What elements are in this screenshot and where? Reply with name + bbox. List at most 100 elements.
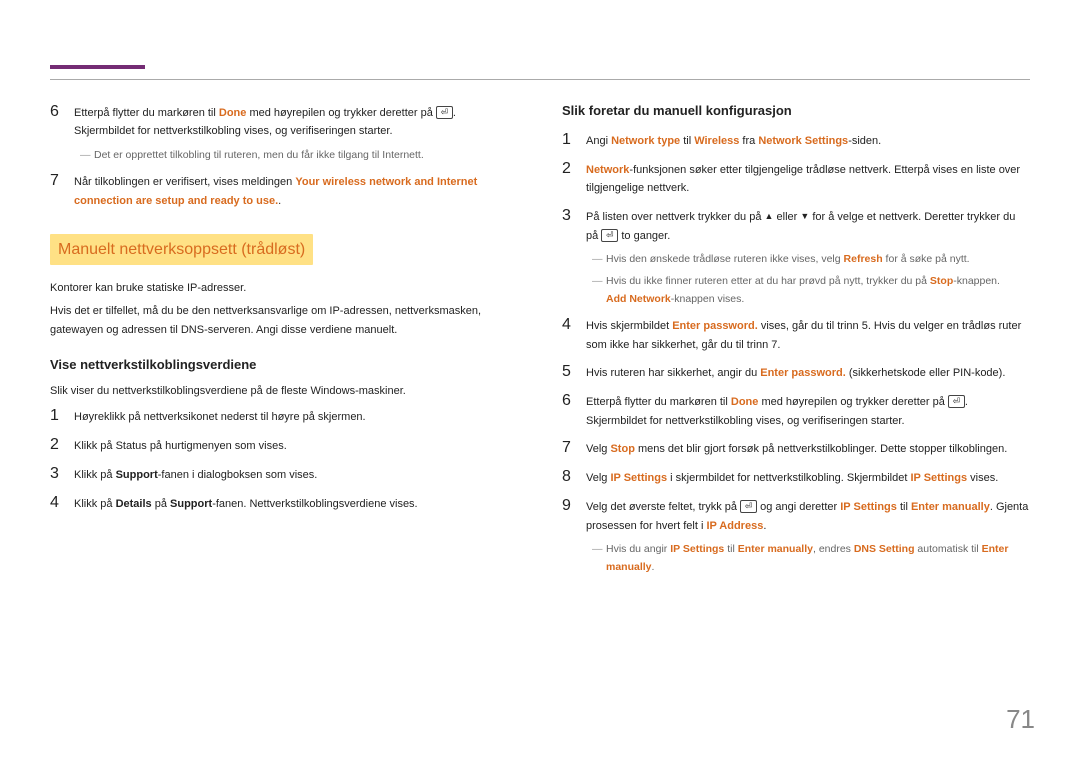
keyword: Network <box>586 164 629 176</box>
left-sub-step-1: 1 Høyreklikk på nettverksikonet nederst … <box>50 404 518 427</box>
step-number: 6 <box>50 100 74 141</box>
note-text: Hvis den ønskede trådløse ruteren ikke v… <box>606 251 970 269</box>
text: -siden. <box>848 135 881 147</box>
accent-stripe <box>50 65 145 69</box>
text: til <box>897 501 911 513</box>
enter-key-icon: ⏎ <box>436 106 453 119</box>
right-step-1: 1 Angi Network type til Wireless fra Net… <box>562 128 1030 151</box>
note: ― Det er opprettet tilkobling til rutere… <box>80 147 518 165</box>
note: ― Hvis den ønskede trådløse ruteren ikke… <box>592 251 1030 269</box>
keyword: Network Settings <box>758 135 848 147</box>
text: -knappen vises. <box>671 293 745 305</box>
text: mens det blir gjort forsøk på nettverkst… <box>635 443 1007 455</box>
sub-title: Vise nettverkstilkoblingsverdiene <box>50 354 518 376</box>
left-step-6: 6 Etterpå flytter du markøren til Done m… <box>50 100 518 141</box>
step-body: Hvis skjermbildet Enter password. vises,… <box>586 313 1030 354</box>
horizontal-rule <box>50 79 1030 80</box>
step-body: På listen over nettverk trykker du på ▲ … <box>586 204 1030 245</box>
text: og angi deretter <box>757 501 840 513</box>
text: til <box>724 543 737 555</box>
keyword: Stop <box>930 275 953 287</box>
enter-key-icon: ⏎ <box>601 229 618 242</box>
step-number: 1 <box>50 404 74 427</box>
step-number: 9 <box>562 494 586 535</box>
text: to ganger. <box>618 230 670 242</box>
step-number: 7 <box>562 436 586 459</box>
left-sub-step-2: 2 Klikk på Status på hurtigmenyen som vi… <box>50 433 518 456</box>
header-stripe <box>50 50 1030 69</box>
right-step-8: 8 Velg IP Settings i skjermbildet for ne… <box>562 465 1030 488</box>
text: vises. <box>967 472 998 484</box>
text: . <box>763 520 766 532</box>
intro-1: Kontorer kan bruke statiske IP-adresser. <box>50 279 518 298</box>
text: i skjermbildet for nettverkstilkobling. … <box>667 472 910 484</box>
right-step-3: 3 På listen over nettverk trykker du på … <box>562 204 1030 245</box>
text: Etterpå flytter du markøren til <box>74 107 219 119</box>
right-step-7: 7 Velg Stop mens det blir gjort forsøk p… <box>562 436 1030 459</box>
keyword: Enter password. <box>760 367 846 379</box>
step-number: 5 <box>562 360 586 383</box>
step-body: Angi Network type til Wireless fra Netwo… <box>586 128 1030 151</box>
text: med høyrepilen og trykker deretter på <box>246 107 436 119</box>
text: på <box>152 498 170 510</box>
text: til <box>680 135 694 147</box>
text: fra <box>739 135 758 147</box>
right-step-9: 9 Velg det øverste feltet, trykk på ⏎ og… <box>562 494 1030 535</box>
right-step-6: 6 Etterpå flytter du markøren til Done m… <box>562 389 1030 430</box>
text: . <box>652 561 655 573</box>
keyword-details: Details <box>116 498 152 510</box>
step-body: Høyreklikk på nettverksikonet nederst ti… <box>74 404 518 427</box>
right-column: Slik foretar du manuell konfigurasjon 1 … <box>562 100 1030 581</box>
keyword: IP Address <box>706 520 763 532</box>
step-number: 3 <box>562 204 586 245</box>
dash-icon: ― <box>592 251 606 269</box>
two-column-layout: 6 Etterpå flytter du markøren til Done m… <box>50 100 1030 581</box>
step-number: 8 <box>562 465 586 488</box>
page: 6 Etterpå flytter du markøren til Done m… <box>0 0 1080 763</box>
keyword: IP Settings <box>910 472 967 484</box>
left-sub-step-3: 3 Klikk på Support-fanen i dialogboksen … <box>50 462 518 485</box>
page-number: 71 <box>1006 697 1035 741</box>
keyword: Add Network <box>606 293 671 305</box>
intro-2: Hvis det er tilfellet, må du be den nett… <box>50 302 518 339</box>
section-title: Manuelt nettverksoppsett (trådløst) <box>50 234 313 265</box>
text: (sikkerhetskode eller PIN-kode). <box>846 367 1006 379</box>
step-body: Klikk på Support-fanen i dialogboksen so… <box>74 462 518 485</box>
right-step-2: 2 Network-funksjonen søker etter tilgjen… <box>562 157 1030 198</box>
keyword: Enter password. <box>672 320 758 332</box>
dash-icon: ― <box>592 541 606 577</box>
keyword-support: Support <box>116 469 158 481</box>
text: Hvis ruteren har sikkerhet, angir du <box>586 367 760 379</box>
right-step-5: 5 Hvis ruteren har sikkerhet, angir du E… <box>562 360 1030 383</box>
step-body: Når tilkoblingen er verifisert, vises me… <box>74 169 518 210</box>
step-number: 2 <box>562 157 586 198</box>
left-column: 6 Etterpå flytter du markøren til Done m… <box>50 100 518 581</box>
step-body: Velg Stop mens det blir gjort forsøk på … <box>586 436 1030 459</box>
step-body: Etterpå flytter du markøren til Done med… <box>586 389 1030 430</box>
enter-key-icon: ⏎ <box>740 500 757 513</box>
step-number: 4 <box>562 313 586 354</box>
text: Hvis du ikke finner ruteren etter at du … <box>606 275 930 287</box>
keyword: Done <box>731 396 759 408</box>
dash-icon: ― <box>592 273 606 309</box>
text: Velg <box>586 443 610 455</box>
text: for å søke på nytt. <box>883 253 970 265</box>
left-sub-step-4: 4 Klikk på Details på Support-fanen. Net… <box>50 491 518 514</box>
keyword: Enter manually <box>738 543 813 555</box>
note: ― Hvis du ikke finner ruteren etter at d… <box>592 273 1030 309</box>
text: Når tilkoblingen er verifisert, vises me… <box>74 176 295 188</box>
arrow-down-icon: ▼ <box>800 211 809 221</box>
keyword: DNS Setting <box>854 543 915 555</box>
text: -knappen. <box>953 275 1000 287</box>
step-body: Network-funksjonen søker etter tilgjenge… <box>586 157 1030 198</box>
step-number: 7 <box>50 169 74 210</box>
step-body: Hvis ruteren har sikkerhet, angir du Ent… <box>586 360 1030 383</box>
keyword: IP Settings <box>610 472 667 484</box>
text: automatisk til <box>915 543 982 555</box>
text: -fanen i dialogboksen som vises. <box>158 469 318 481</box>
step-body: Etterpå flytter du markøren til Done med… <box>74 100 518 141</box>
right-step-4: 4 Hvis skjermbildet Enter password. vise… <box>562 313 1030 354</box>
dash-icon: ― <box>80 147 94 165</box>
step-body: Klikk på Details på Support-fanen. Nettv… <box>74 491 518 514</box>
keyword: IP Settings <box>840 501 897 513</box>
